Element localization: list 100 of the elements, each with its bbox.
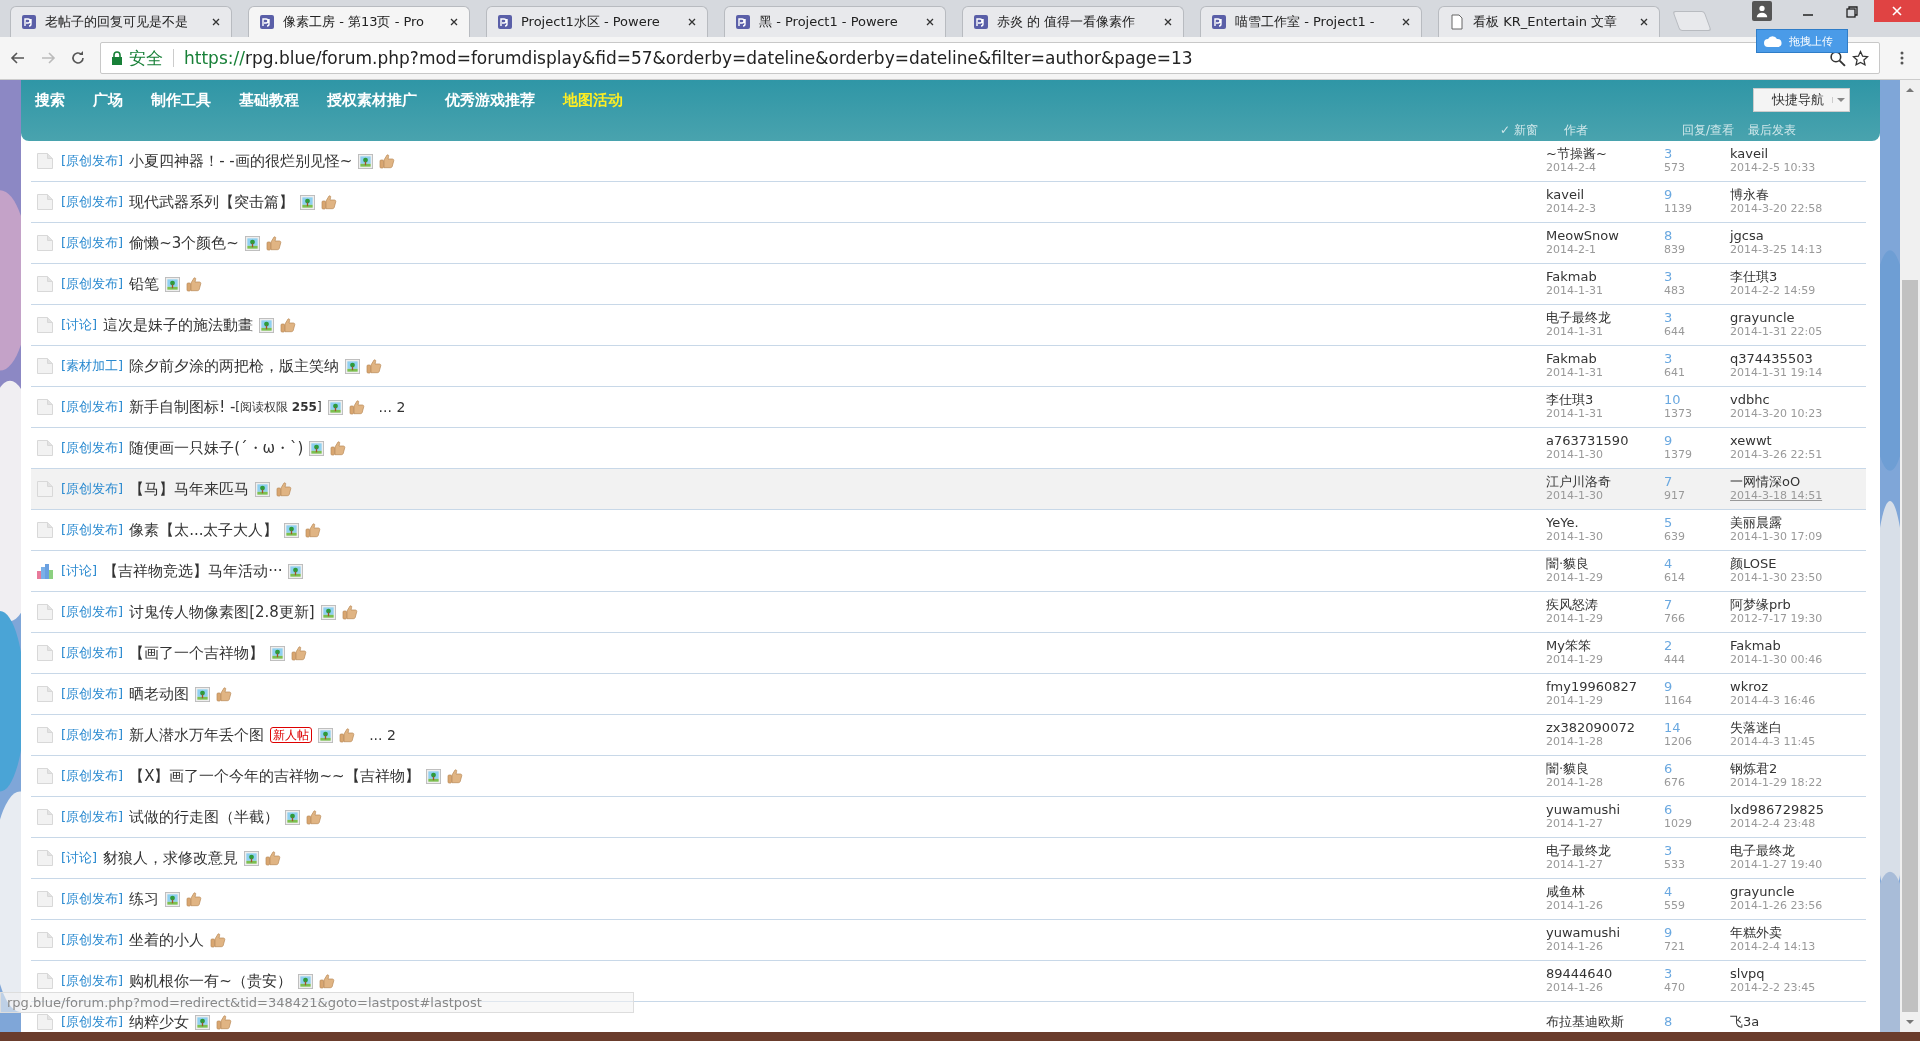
thread-row[interactable]: [原创发布] 【马】马年来匹马 江户川洛奇 2014-1-30 7 917 一网情深oO 2014-3-18 14:51 [31, 469, 1866, 510]
thread-title-link[interactable]: 【吉祥物竞选】马年活动··· [103, 561, 283, 581]
category-link[interactable]: [素材加工] [61, 357, 124, 375]
last-poster-link[interactable]: xewwt [1730, 434, 1866, 448]
author-link[interactable]: 李仕琪3 [1546, 393, 1664, 407]
category-link[interactable]: [原创发布] [61, 931, 124, 949]
thread-row[interactable]: [原创发布] 偷懒~3个颜色~ MeowSnow 2014-2-1 8 839 jgcsa 2014-3-25 14:13 [31, 223, 1866, 264]
category-link[interactable]: [原创发布] [61, 685, 124, 703]
thread-row[interactable]: [讨论] 【吉祥物竞选】马年活动··· 闇·貘良 2014-1-29 4 614 颜LOSE 2014-1-30 23:50 [31, 551, 1866, 592]
thread-title-link[interactable]: 新人潜水万年丢个图 [129, 725, 265, 745]
back-icon[interactable] [10, 50, 26, 66]
thread-title-link[interactable]: 【X】画了一个今年的吉祥物~~【吉祥物】 [129, 766, 420, 786]
thread-title-link[interactable]: 晒老动图 [129, 684, 190, 704]
category-link[interactable]: [原创发布] [61, 603, 124, 621]
thread-row[interactable]: [原创发布] 晒老动图 fmy19960827 2014-1-29 9 1164 wkroz 2014-4-3 16:46 [31, 674, 1866, 715]
last-poster-link[interactable]: 李仕琪3 [1730, 270, 1866, 284]
thread-row[interactable]: [原创发布] 铅笔 Fakmab 2014-1-31 3 483 李仕琪3 2014-2-2 14:59 [31, 264, 1866, 305]
author-link[interactable]: MeowSnow [1546, 229, 1664, 243]
last-poster-link[interactable]: lxd986729825 [1730, 803, 1866, 817]
last-poster-link[interactable]: q374435503 [1730, 352, 1866, 366]
thread-title-link[interactable]: 讨鬼传人物像素图[2.8更新] [129, 602, 315, 622]
thread-title-link[interactable]: 新手自制图标! - [129, 397, 236, 417]
category-link[interactable]: [原创发布] [61, 890, 124, 908]
author-link[interactable]: 89444640 [1546, 967, 1664, 981]
thread-row[interactable]: [原创发布] 小夏四神器！- -画的很烂别见怪~ ~节操酱~ 2014-2-4 3 573 kaveil 2014-2-5 10:33 [31, 141, 1866, 182]
author-link[interactable]: 疾风怒涛 [1546, 598, 1664, 612]
thread-row[interactable]: [原创发布] 【X】画了一个今年的吉祥物~~【吉祥物】 闇·貘良 2014-1-28 6 676 钢炼君2 2014-1-29 18:22 [31, 756, 1866, 797]
author-link[interactable]: ~节操酱~ [1546, 147, 1664, 161]
thread-title-link[interactable]: 這次是妹子的施法動畫 [103, 315, 254, 335]
thread-row[interactable]: [原创发布] 坐着的小人 yuwamushi 2014-1-26 9 721 年糕外卖 2014-2-4 14:13 [31, 920, 1866, 961]
page-link[interactable]: ... 2 [378, 399, 406, 415]
close-icon[interactable] [1401, 17, 1411, 27]
author-link[interactable]: My笨笨 [1546, 639, 1664, 653]
author-link[interactable]: a763731590 [1546, 434, 1664, 448]
thread-title-link[interactable]: 除夕前夕涂的两把枪，版主笑纳 [129, 356, 340, 376]
thread-row[interactable]: [原创发布] 试做的行走图（半截） yuwamushi 2014-1-27 6 1029 lxd986729825 2014-2-4 23:48 [31, 797, 1866, 838]
category-link[interactable]: [原创发布] [61, 193, 124, 211]
thread-title-link[interactable]: 豺狼人，求修改意見 [103, 848, 239, 868]
author-link[interactable]: yuwamushi [1546, 803, 1664, 817]
author-link[interactable]: yuwamushi [1546, 926, 1664, 940]
page-link[interactable]: ... 2 [369, 727, 396, 743]
last-poster-link[interactable]: Fakmab [1730, 639, 1866, 653]
category-link[interactable]: [原创发布] [61, 644, 124, 662]
category-link[interactable]: [原创发布] [61, 521, 124, 539]
restore-icon[interactable] [1844, 4, 1860, 20]
author-link[interactable]: 电子最终龙 [1546, 311, 1664, 325]
author-link[interactable]: zx382090072 [1546, 721, 1664, 735]
browser-tab[interactable]: Project1水区 - Powere [486, 6, 708, 37]
browser-tab[interactable]: 赤炎 的 值得一看像素作 [962, 6, 1184, 37]
close-icon[interactable] [449, 17, 459, 27]
close-icon[interactable] [1639, 17, 1649, 27]
thread-title-link[interactable]: 试做的行走图（半截） [129, 807, 280, 827]
last-poster-link[interactable]: 阿梦缘prb [1730, 598, 1866, 612]
author-link[interactable]: 咸鱼林 [1546, 885, 1664, 899]
category-link[interactable]: [原创发布] [61, 439, 124, 457]
author-link[interactable]: 电子最终龙 [1546, 844, 1664, 858]
thread-title-link[interactable]: 购机根你一有~（贵安） [129, 971, 292, 991]
last-poster-link[interactable]: 年糕外卖 [1730, 926, 1866, 940]
category-link[interactable]: [原创发布] [61, 275, 124, 293]
close-icon[interactable] [925, 17, 935, 27]
scroll-up-icon[interactable] [1905, 86, 1915, 94]
category-link[interactable]: [原创发布] [61, 726, 124, 744]
thread-row[interactable]: [原创发布] 新人潜水万年丢个图 新人帖 ... 2 zx382090072 2014-1-28 14 1206 失落迷白 2014-4-3 11:45 [31, 715, 1866, 756]
last-poster-link[interactable]: 电子最终龙 [1730, 844, 1866, 858]
close-icon[interactable] [1163, 17, 1173, 27]
category-link[interactable]: [讨论] [61, 849, 98, 867]
last-poster-link[interactable]: 失落迷白 [1730, 721, 1866, 735]
category-link[interactable]: [原创发布] [61, 1013, 124, 1031]
browser-tab[interactable]: 喵雪工作室 - Project1 - [1200, 6, 1422, 37]
thread-title-link[interactable]: 小夏四神器！- -画的很烂别见怪~ [129, 151, 353, 171]
author-link[interactable]: 闇·貘良 [1546, 762, 1664, 776]
last-poster-link[interactable]: jgcsa [1730, 229, 1866, 243]
close-icon[interactable] [687, 17, 697, 27]
thread-row[interactable]: [原创发布] 像素【太...太子大人】 YeYe. 2014-1-30 5 639 美丽晨露 2014-1-30 17:09 [31, 510, 1866, 551]
last-poster-link[interactable]: 美丽晨露 [1730, 516, 1866, 530]
browser-tab[interactable]: 黑 - Project1 - Powere [724, 6, 946, 37]
category-link[interactable]: [原创发布] [61, 767, 124, 785]
last-poster-link[interactable]: grayuncle [1730, 311, 1866, 325]
star-icon[interactable] [1852, 49, 1869, 67]
author-link[interactable]: 闇·貘良 [1546, 557, 1664, 571]
category-link[interactable]: [原创发布] [61, 152, 124, 170]
author-link[interactable]: kaveil [1546, 188, 1664, 202]
last-poster-link[interactable]: wkroz [1730, 680, 1866, 694]
thread-row[interactable]: [原创发布] 现代武器系列【突击篇】 kaveil 2014-2-3 9 1139 博永春 2014-3-20 22:58 [31, 182, 1866, 223]
browser-tab[interactable]: 像素工房 - 第13页 - Pro [248, 6, 470, 37]
thread-row[interactable]: [讨论] 豺狼人，求修改意見 电子最终龙 2014-1-27 3 533 电子最终龙 2014-1-27 19:40 [31, 838, 1866, 879]
last-poster-link[interactable]: 博永春 [1730, 188, 1866, 202]
last-poster-link[interactable]: 飞3a [1730, 1015, 1866, 1029]
thread-row[interactable]: [原创发布] 【画了一个吉祥物】 My笨笨 2014-1-29 2 444 Fakmab 2014-1-30 00:46 [31, 633, 1866, 674]
category-link[interactable]: [原创发布] [61, 480, 124, 498]
thread-title-link[interactable]: 铅笔 [129, 274, 160, 294]
thread-row[interactable]: [原创发布] 讨鬼传人物像素图[2.8更新] 疾风怒涛 2014-1-29 7 766 阿梦缘prb 2012-7-17 19:30 [31, 592, 1866, 633]
browser-tab[interactable]: 看板 KR_Entertain 文章 [1438, 6, 1660, 37]
thread-row[interactable]: [原创发布] 新手自制图标! -[阅读权限 255] ... 2 李仕琪3 2014-1-31 10 1373 vdbhc 2014-3-20 10:23 [31, 387, 1866, 428]
thread-title-link[interactable]: 现代武器系列【突击篇】 [129, 192, 295, 212]
thread-title-link[interactable]: 【画了一个吉祥物】 [129, 643, 265, 663]
author-link[interactable]: YeYe. [1546, 516, 1664, 530]
reload-icon[interactable] [70, 50, 86, 66]
thread-title-link[interactable]: 像素【太...太子大人】 [129, 520, 279, 540]
category-link[interactable]: [讨论] [61, 316, 98, 334]
